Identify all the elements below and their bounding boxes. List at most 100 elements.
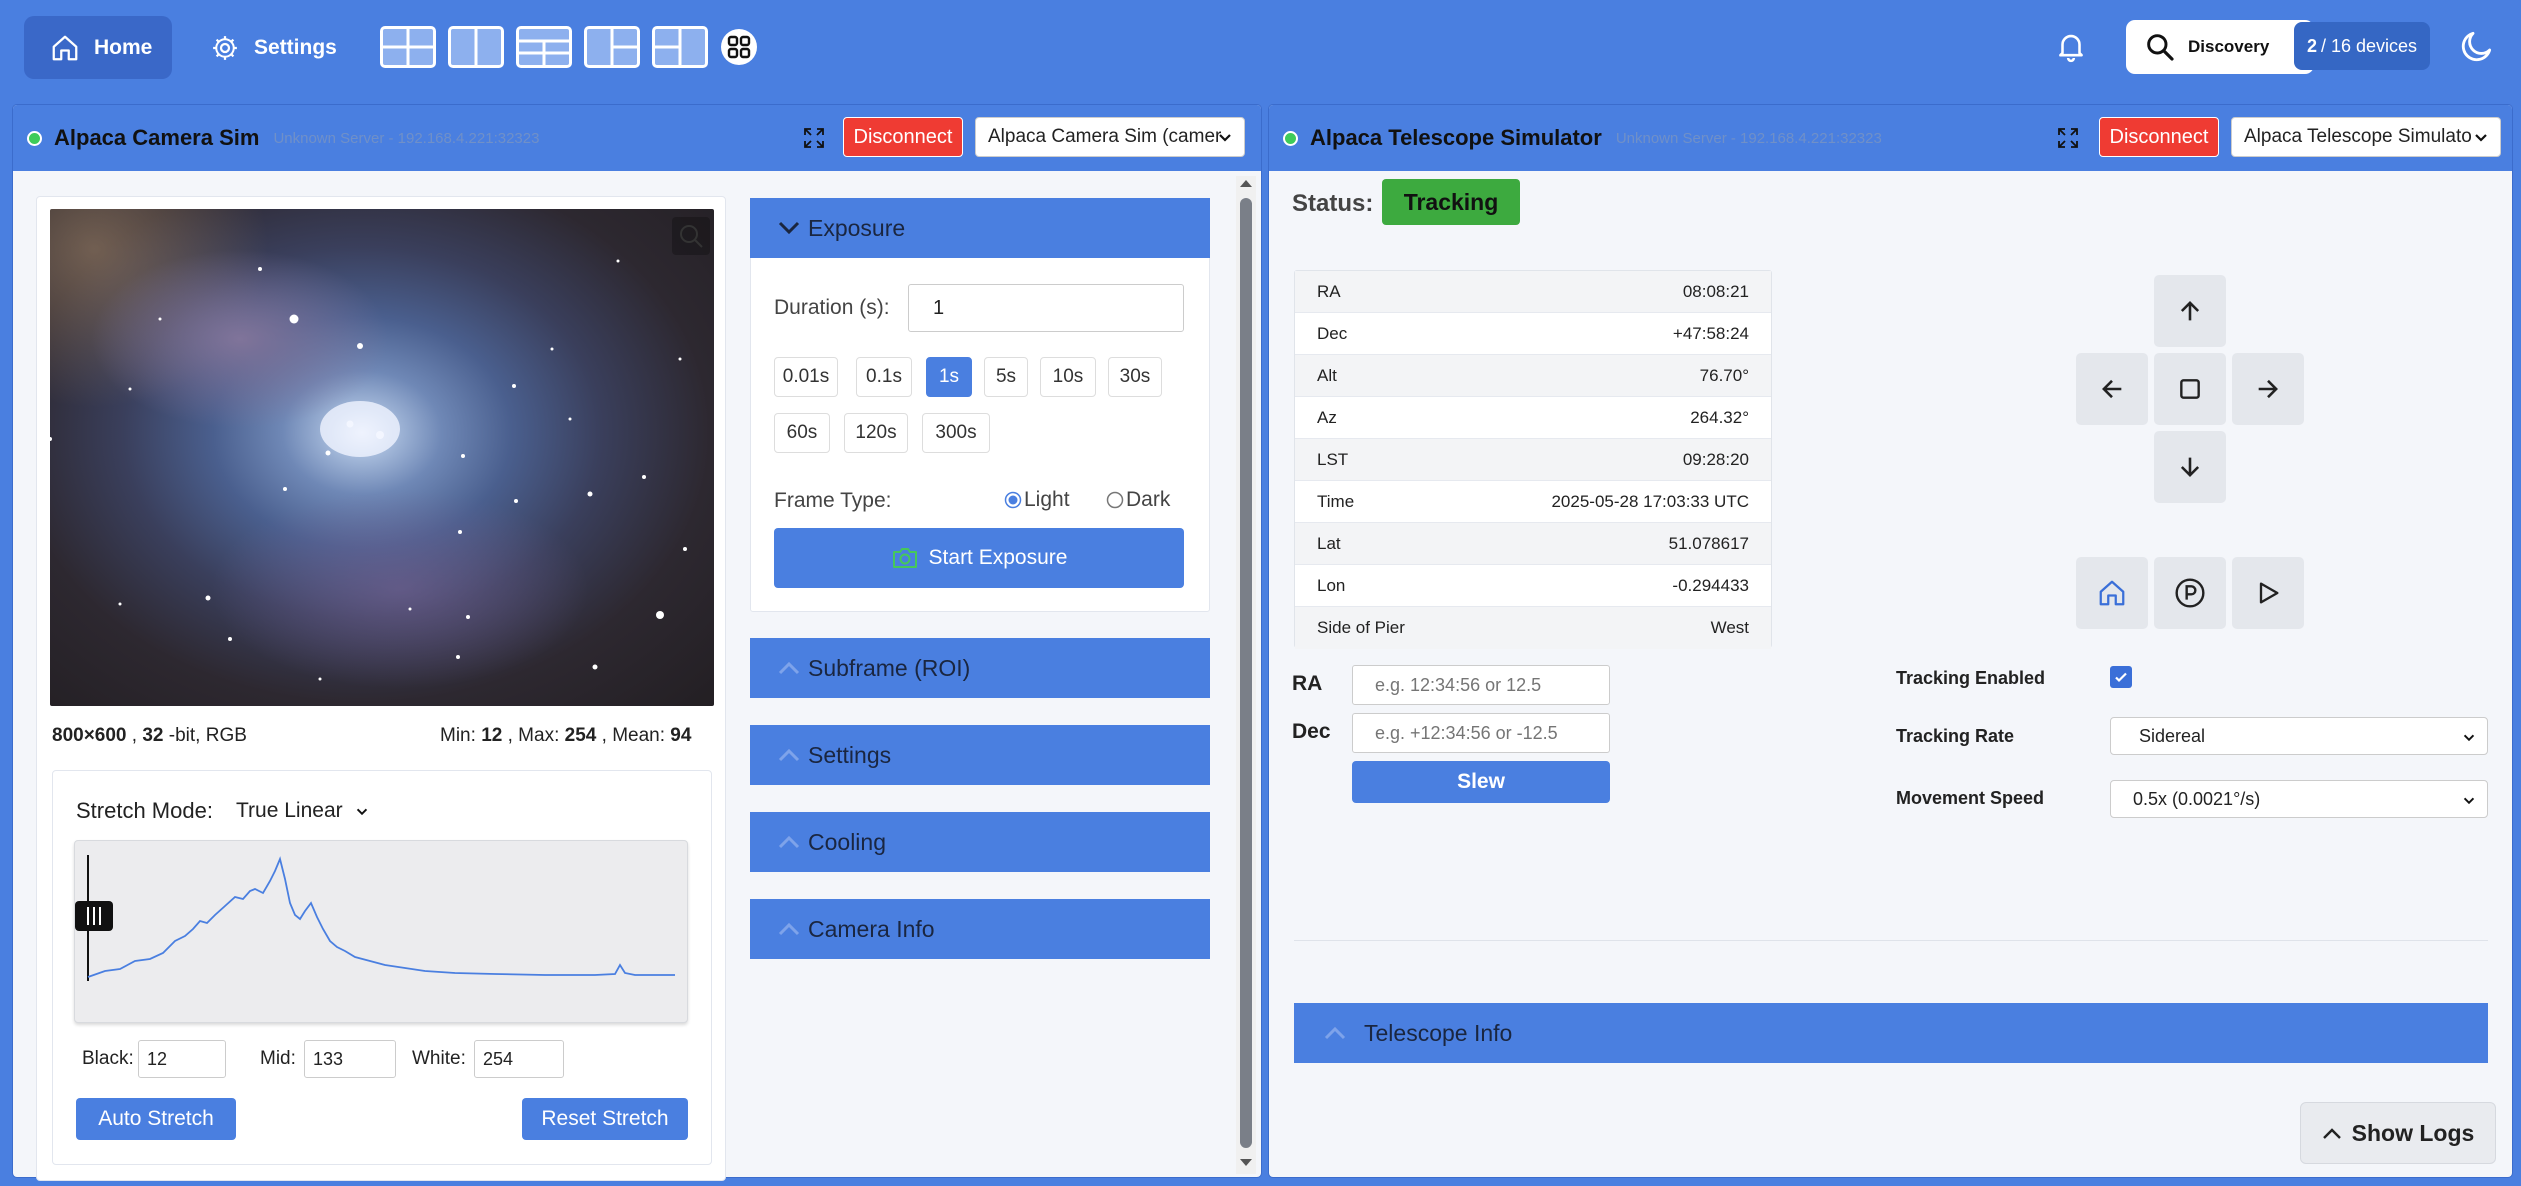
exposure-header[interactable]: Exposure [750, 198, 1210, 258]
home-telescope-button[interactable] [2076, 557, 2148, 629]
auto-stretch-button[interactable]: Auto Stretch [76, 1098, 236, 1140]
tracking-enabled-label: Tracking Enabled [1896, 668, 2046, 688]
coordinates-table: RA 08:08:21 Dec +47:58:24 Alt 76.70° Az 264.… [1294, 270, 1772, 649]
subframe-header-label: Subframe (ROI) [808, 654, 971, 681]
telescope-disconnect-button[interactable]: Disconnect [2099, 117, 2219, 157]
move-north-button[interactable] [2154, 275, 2226, 347]
arrow-right-icon [2258, 379, 2278, 399]
bell-icon[interactable] [2054, 29, 2088, 63]
reset-stretch-button[interactable]: Reset Stretch [522, 1098, 688, 1140]
frame-dark-radio[interactable]: Dark [1106, 488, 1170, 512]
move-east-button[interactable] [2232, 353, 2304, 425]
layout-3col-button[interactable] [516, 26, 572, 68]
arrow-left-icon [2102, 379, 2122, 399]
duration-input[interactable]: 1 [908, 284, 1184, 332]
coord-label: Time [1317, 491, 1355, 511]
nav-settings-label: Settings [254, 35, 337, 59]
home-icon [50, 33, 80, 63]
layout-2col-button[interactable] [448, 26, 504, 68]
telescope-device-select[interactable]: Alpaca Telescope Simulato [2231, 117, 2501, 157]
chevron-up-icon [778, 835, 800, 849]
preset-button[interactable]: 5s [984, 357, 1028, 397]
show-logs-button[interactable]: Show Logs [2300, 1102, 2496, 1164]
chevron-down-icon [356, 808, 368, 816]
table-row: Lat 51.078617 [1295, 523, 1771, 565]
coord-label: LST [1317, 449, 1349, 469]
expand-icon[interactable] [803, 127, 825, 149]
tracking-rate-label: Tracking Rate [1896, 726, 2015, 746]
zoom-icon[interactable] [672, 217, 710, 255]
subframe-header[interactable]: Subframe (ROI) [750, 638, 1210, 698]
radio-unchecked-icon [1106, 491, 1124, 509]
coord-value: 264.32° [1690, 407, 1749, 427]
camera-image[interactable] [50, 209, 714, 706]
camera-device-select[interactable]: Alpaca Camera Sim (camer [975, 117, 1245, 157]
move-south-button[interactable] [2154, 431, 2226, 503]
coord-value: +47:58:24 [1672, 323, 1749, 343]
exposure-header-label: Exposure [808, 214, 906, 241]
layout-2-1-button[interactable] [652, 26, 708, 68]
move-west-button[interactable] [2076, 353, 2148, 425]
settings-header[interactable]: Settings [750, 725, 1210, 785]
park-icon [2175, 578, 2205, 608]
layout-2x2-button[interactable] [380, 26, 436, 68]
scrollbar-thumb[interactable] [1240, 198, 1252, 1148]
white-input[interactable]: 254 [474, 1040, 564, 1078]
devices-count: 2 [2306, 35, 2317, 56]
image-size-info: 800×600 , 32 -bit, RGB [52, 725, 247, 746]
preset-button[interactable]: 0.1s [856, 357, 912, 397]
preset-button[interactable]: 0.01s [774, 357, 838, 397]
tracking-enabled-checkbox[interactable] [2110, 666, 2132, 688]
devices-count-badge[interactable]: 2 / 16 devices [2294, 22, 2430, 70]
frame-light-radio[interactable]: Light [1004, 488, 1070, 512]
grid-custom-icon[interactable] [720, 28, 758, 66]
scroll-up-icon[interactable] [1236, 176, 1256, 190]
park-button[interactable] [2154, 557, 2226, 629]
preset-button[interactable]: 10s [1040, 357, 1096, 397]
camera-scrollbar[interactable] [1236, 176, 1256, 1174]
telescope-info-header[interactable]: Telescope Info [1294, 1003, 2488, 1063]
start-exposure-button[interactable]: Start Exposure [774, 528, 1184, 588]
discovery-button[interactable]: Discovery [2126, 20, 2314, 74]
layout-1-2-button[interactable] [584, 26, 640, 68]
camera-title: Alpaca Camera Sim [54, 125, 260, 150]
moon-icon[interactable] [2458, 27, 2496, 65]
dec-input[interactable] [1352, 713, 1610, 753]
arrow-down-icon [2180, 457, 2200, 477]
unpark-button[interactable] [2232, 557, 2304, 629]
telescope-title: Alpaca Telescope Simulator [1310, 125, 1602, 150]
slew-button[interactable]: Slew [1352, 761, 1610, 803]
devices-suffix: / 16 devices [2320, 35, 2418, 56]
preset-button[interactable]: 300s [922, 413, 990, 453]
mid-input[interactable]: 133 [304, 1040, 396, 1078]
nav-settings-button[interactable]: Settings [184, 16, 384, 79]
stop-button[interactable] [2154, 353, 2226, 425]
frame-dark-label: Dark [1126, 488, 1171, 511]
black-point-handle[interactable] [75, 901, 113, 931]
ra-input[interactable] [1352, 665, 1610, 705]
expand-icon[interactable] [2057, 127, 2079, 149]
black-input[interactable]: 12 [138, 1040, 226, 1078]
table-row: Lon -0.294433 [1295, 565, 1771, 607]
cooling-header[interactable]: Cooling [750, 812, 1210, 872]
camera-info-header[interactable]: Camera Info [750, 899, 1210, 959]
tracking-rate-select[interactable]: Sidereal [2110, 717, 2488, 755]
camera-disconnect-button[interactable]: Disconnect [843, 117, 963, 157]
star-field [50, 259, 687, 681]
camera-info-header-label: Camera Info [808, 915, 935, 942]
table-row: RA 08:08:21 [1295, 271, 1771, 313]
preset-button[interactable]: 30s [1108, 357, 1162, 397]
discovery-label: Discovery [2188, 37, 2270, 56]
nav-home-button[interactable]: Home [24, 16, 172, 79]
stretch-mode-value: True Linear [236, 799, 343, 822]
settings-header-label: Settings [808, 741, 892, 768]
movement-speed-select[interactable]: 0.5x (0.0021°/s) [2110, 780, 2488, 818]
preset-button[interactable]: 60s [774, 413, 830, 453]
preset-button-selected[interactable]: 1s [926, 357, 972, 397]
preset-button[interactable]: 120s [844, 413, 908, 453]
min-value: 12 [481, 725, 503, 746]
scroll-down-icon[interactable] [1236, 1156, 1256, 1170]
histogram[interactable] [74, 840, 688, 1023]
camera-server: Unknown Server - 192.168.4.221:32323 [273, 129, 540, 147]
stretch-mode-select[interactable]: True Linear [232, 794, 378, 828]
